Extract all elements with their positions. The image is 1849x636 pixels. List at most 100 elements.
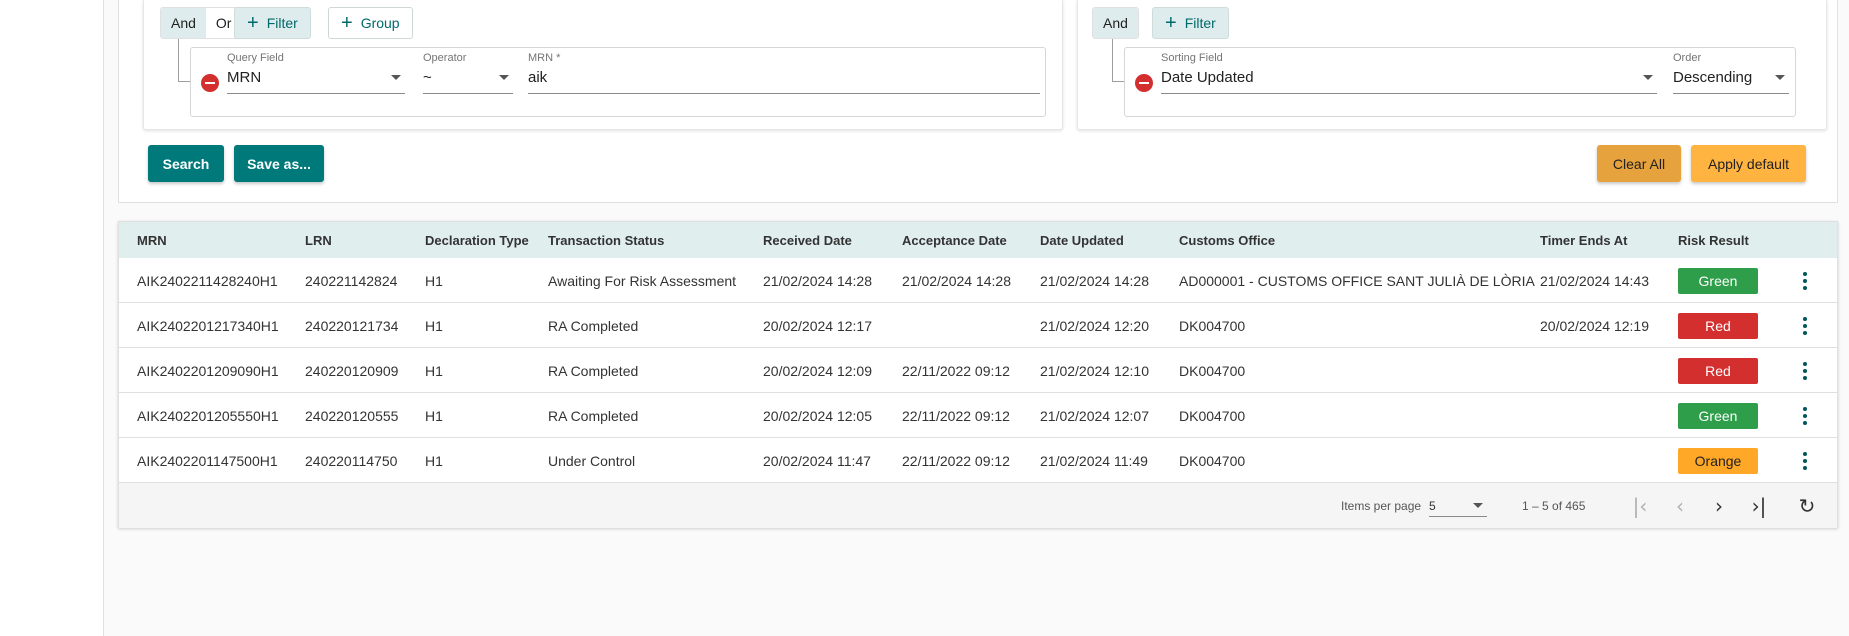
- column-header-mrn[interactable]: MRN: [137, 222, 167, 258]
- cell-timer-ends-at: 21/02/2024 14:43: [1540, 272, 1649, 289]
- caret-down-icon: [1775, 75, 1785, 80]
- cell-received-date: 20/02/2024 12:17: [763, 317, 872, 334]
- cell-date-updated: 21/02/2024 14:28: [1040, 272, 1149, 289]
- cell-customs-office: DK004700: [1179, 452, 1246, 469]
- cell-transaction-status: RA Completed: [548, 362, 639, 379]
- risk-result-badge: Green: [1678, 267, 1758, 294]
- cell-transaction-status: Awaiting For Risk Assessment: [548, 272, 737, 289]
- table-row[interactable]: AIK2402201217340H1 240220121734 H1 RA Co…: [119, 303, 1837, 348]
- refresh-icon[interactable]: ↻: [1794, 493, 1820, 519]
- left-sidebar: [0, 0, 104, 636]
- operator-label: Operator: [423, 52, 467, 64]
- table-row[interactable]: AIK2402201209090H1 240220120909 H1 RA Co…: [119, 348, 1837, 393]
- cell-customs-office: DK004700: [1179, 362, 1246, 379]
- cell-customs-office: DK004700: [1179, 407, 1246, 424]
- and-or-toggle[interactable]: And Or: [160, 7, 243, 39]
- add-filter-label: Filter: [266, 15, 298, 31]
- query-field-label: Query Field: [227, 52, 284, 64]
- caret-down-icon: [391, 75, 401, 80]
- more-vert-icon[interactable]: [1802, 317, 1808, 335]
- cell-acceptance-date: 22/11/2022 09:12: [902, 362, 1010, 379]
- add-sort-filter-button[interactable]: + Filter: [1152, 7, 1229, 39]
- sorting-field-select[interactable]: Sorting Field Date Updated: [1161, 52, 1657, 94]
- cell-declaration-type: H1: [425, 272, 443, 289]
- more-vert-icon[interactable]: [1802, 452, 1808, 470]
- column-header-lrn[interactable]: LRN: [305, 222, 332, 258]
- toggle-and[interactable]: And: [1093, 8, 1138, 38]
- chevron-right-icon[interactable]: ›: [1706, 493, 1732, 519]
- risk-result-badge: Green: [1678, 402, 1758, 429]
- chevron-left-icon[interactable]: ‹: [1667, 493, 1693, 519]
- risk-result-badge: Orange: [1678, 447, 1758, 474]
- first-page-icon[interactable]: |‹: [1627, 493, 1653, 519]
- query-field-value: MRN: [227, 69, 262, 86]
- table-row[interactable]: AIK2402211428240H1 240221142824 H1 Await…: [119, 258, 1837, 303]
- column-header-timer-ends-at[interactable]: Timer Ends At: [1540, 222, 1627, 258]
- plus-icon: +: [1165, 12, 1177, 34]
- sort-and-toggle[interactable]: And: [1092, 7, 1139, 39]
- search-button[interactable]: Search: [148, 145, 224, 182]
- cell-mrn: AIK2402201147500H1: [137, 452, 278, 469]
- cell-date-updated: 21/02/2024 12:07: [1040, 407, 1149, 424]
- add-group-button[interactable]: + Group: [328, 7, 413, 39]
- table-header: MRN LRN Declaration Type Transaction Sta…: [119, 222, 1837, 258]
- cell-lrn: 240220114750: [305, 452, 398, 469]
- column-header-customs-office[interactable]: Customs Office: [1179, 222, 1275, 258]
- query-rule: Query Field MRN Operator ~ MRN * aik: [190, 47, 1046, 117]
- remove-circle-icon[interactable]: [201, 74, 219, 92]
- cell-timer-ends-at: 20/02/2024 12:19: [1540, 317, 1649, 334]
- items-per-page-value: 5: [1429, 498, 1436, 513]
- column-header-acceptance-date[interactable]: Acceptance Date: [902, 222, 1007, 258]
- cell-acceptance-date: 22/11/2022 09:12: [902, 407, 1010, 424]
- mrn-value-input[interactable]: MRN * aik: [528, 52, 1040, 94]
- cell-mrn: AIK2402201217340H1: [137, 317, 279, 334]
- caret-down-icon: [1473, 503, 1483, 508]
- cell-mrn: AIK2402201209090H1: [137, 362, 279, 379]
- plus-icon: +: [247, 12, 259, 34]
- paginator: Items per page 5 1 – 5 of 465 |‹ ‹ › ›| …: [119, 483, 1837, 528]
- save-as-button[interactable]: Save as...: [234, 145, 324, 182]
- caret-down-icon: [499, 75, 509, 80]
- filter-card: And Or + Filter + Group Query Field MRN …: [118, 0, 1838, 203]
- cell-received-date: 20/02/2024 11:47: [763, 452, 871, 469]
- cell-mrn: AIK2402211428240H1: [137, 272, 278, 289]
- page-range-label: 1 – 5 of 465: [1522, 498, 1586, 513]
- cell-declaration-type: H1: [425, 317, 443, 334]
- mrn-value-text: aik: [528, 69, 548, 86]
- items-per-page-select[interactable]: 5: [1429, 495, 1487, 517]
- order-select[interactable]: Order Descending: [1673, 52, 1789, 94]
- cell-customs-office: AD000001 - CUSTOMS OFFICE SANT JULIÀ DE …: [1179, 272, 1535, 289]
- column-header-date-updated[interactable]: Date Updated: [1040, 222, 1124, 258]
- cell-acceptance-date: 21/02/2024 14:28: [902, 272, 1011, 289]
- last-page-icon[interactable]: ›|: [1746, 493, 1772, 519]
- operator-value: ~: [423, 69, 432, 86]
- remove-circle-icon[interactable]: [1135, 74, 1153, 92]
- more-vert-icon[interactable]: [1802, 407, 1808, 425]
- tree-connector: [178, 39, 190, 82]
- column-header-received-date[interactable]: Received Date: [763, 222, 852, 258]
- order-value: Descending: [1673, 69, 1753, 86]
- cell-declaration-type: H1: [425, 452, 443, 469]
- results-table: MRN LRN Declaration Type Transaction Sta…: [118, 221, 1838, 528]
- column-header-transaction-status[interactable]: Transaction Status: [548, 222, 664, 258]
- cell-lrn: 240220120909: [305, 362, 399, 379]
- apply-default-button[interactable]: Apply default: [1691, 145, 1806, 182]
- cell-customs-office: DK004700: [1179, 317, 1246, 334]
- more-vert-icon[interactable]: [1802, 362, 1808, 380]
- query-field-select[interactable]: Query Field MRN: [227, 52, 405, 94]
- table-row[interactable]: AIK2402201147500H1 240220114750 H1 Under…: [119, 438, 1837, 483]
- cell-lrn: 240220120555: [305, 407, 399, 424]
- cell-received-date: 20/02/2024 12:05: [763, 407, 872, 424]
- plus-icon: +: [341, 12, 353, 34]
- cell-date-updated: 21/02/2024 12:20: [1040, 317, 1149, 334]
- operator-select[interactable]: Operator ~: [423, 52, 513, 94]
- cell-lrn: 240220121734: [305, 317, 399, 334]
- toggle-and[interactable]: And: [161, 8, 206, 38]
- column-header-risk-result[interactable]: Risk Result: [1678, 222, 1749, 258]
- add-filter-button[interactable]: + Filter: [234, 7, 311, 39]
- table-row[interactable]: AIK2402201205550H1 240220120555 H1 RA Co…: [119, 393, 1837, 438]
- clear-all-button[interactable]: Clear All: [1597, 145, 1681, 182]
- cell-received-date: 21/02/2024 14:28: [763, 272, 872, 289]
- more-vert-icon[interactable]: [1802, 272, 1808, 290]
- column-header-declaration-type[interactable]: Declaration Type: [425, 222, 529, 258]
